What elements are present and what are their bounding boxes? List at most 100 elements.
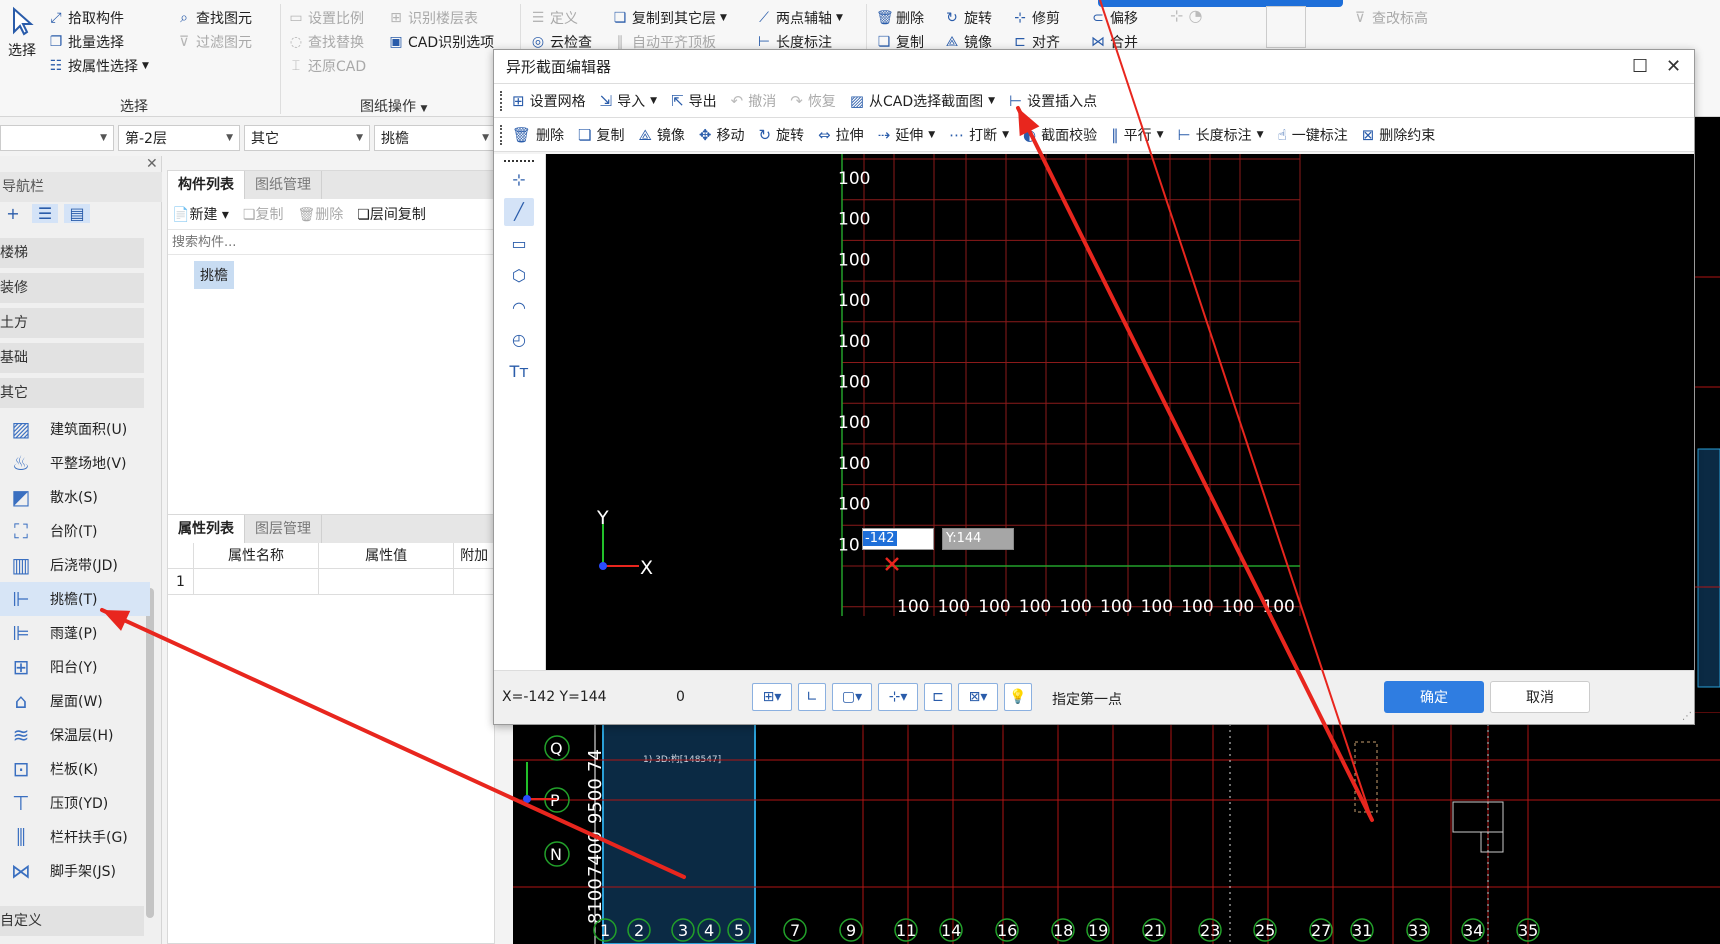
floor-copy-button[interactable]: ❏层间复制 bbox=[357, 204, 426, 224]
ortho-toggle[interactable]: ∟ bbox=[798, 683, 826, 711]
dlg-auto-dim-button[interactable]: ☝ 一键标注 bbox=[1278, 125, 1348, 145]
trim-button[interactable]: ⊹ 修剪 bbox=[1012, 6, 1088, 30]
polar-toggle[interactable]: ⊠▾ bbox=[958, 683, 998, 711]
dlg-parallel-button[interactable]: ∥ 平行 ▼ bbox=[1111, 125, 1163, 145]
nav-category-other[interactable]: 其它 bbox=[0, 378, 144, 408]
tab-component-list[interactable]: 构件列表 bbox=[168, 171, 245, 199]
point-tool-icon[interactable]: ⊹ bbox=[504, 166, 534, 194]
nav-category-earthwork[interactable]: 土方 bbox=[0, 308, 144, 338]
dlg-length-dim-button[interactable]: ⊢ 长度标注 ▼ bbox=[1178, 125, 1264, 145]
set-scale-button[interactable]: ▭ 设置比例 bbox=[288, 6, 388, 30]
list-view-icon[interactable]: ☰ bbox=[32, 204, 58, 223]
delete-button[interactable]: 🗑删除 bbox=[297, 204, 343, 224]
building-select[interactable]: ▼ bbox=[0, 125, 114, 151]
restore-cad-button[interactable]: ⌶ 还原CAD bbox=[288, 54, 388, 78]
dlg-extend-button[interactable]: ⇢ 延伸 ▼ bbox=[878, 125, 936, 145]
dlg-copy-button[interactable]: ❏ 复制 bbox=[578, 125, 624, 145]
add-icon[interactable]: + bbox=[0, 204, 26, 223]
cad-canvas[interactable]: 1) 3D:构[148547]74950074008100TQPN1234579… bbox=[513, 712, 1720, 944]
set-insert-point-button[interactable]: ⊢ 设置插入点 bbox=[1009, 91, 1097, 111]
nav-item-area[interactable]: ▨ 建筑面积(U) bbox=[0, 412, 150, 446]
dlg-break-button[interactable]: ⋯ 打断 ▼ bbox=[949, 125, 1009, 145]
dynamic-input-toggle[interactable]: ⊹▾ bbox=[878, 683, 918, 711]
nav-item-eave[interactable]: ⊩ 挑檐(T) bbox=[0, 582, 150, 616]
hint-toggle[interactable]: 💡 bbox=[1004, 683, 1032, 711]
select-button[interactable]: 选择 bbox=[4, 6, 40, 76]
close-icon[interactable]: ✕ bbox=[146, 156, 158, 172]
dlg-rotate-button[interactable]: ↻ 旋转 bbox=[758, 125, 804, 145]
category-select[interactable]: 其它 ▼ bbox=[244, 125, 370, 151]
dlg-section-check-button[interactable]: ◐ 截面校验 bbox=[1023, 125, 1097, 145]
delete-button[interactable]: 🗑删除 bbox=[876, 6, 946, 30]
identify-floor-table-button[interactable]: ⊞ 识别楼层表 bbox=[388, 6, 508, 30]
nav-category-custom[interactable]: 自定义 bbox=[0, 906, 144, 936]
nav-item-roof[interactable]: ⌂ 屋面(W) bbox=[0, 684, 150, 718]
nav-item-band[interactable]: ▥ 后浇带(JD) bbox=[0, 548, 150, 582]
maximize-icon[interactable]: ☐ bbox=[1632, 50, 1648, 84]
rectangle-tool-icon[interactable]: ▭ bbox=[504, 230, 534, 258]
set-grid-button[interactable]: ⊞ 设置网格 bbox=[512, 91, 586, 111]
dlg-delete-constraint-button[interactable]: ⊠ 删除约束 bbox=[1362, 125, 1436, 145]
floor-select[interactable]: 第-2层 ▼ bbox=[118, 125, 240, 151]
define-button[interactable]: ☰ 定义 bbox=[530, 6, 610, 30]
track-toggle[interactable]: ⊏ bbox=[924, 683, 952, 711]
cad-options-button[interactable]: ▣ CAD识别选项 bbox=[388, 30, 508, 54]
nav-item-insulation[interactable]: ≋ 保温层(H) bbox=[0, 718, 150, 752]
select-from-cad-button[interactable]: ▨ 从CAD选择截面图 ▼ bbox=[850, 91, 995, 111]
table-row[interactable]: 1 bbox=[168, 569, 494, 595]
nav-item-apron[interactable]: ◩ 散水(S) bbox=[0, 480, 150, 514]
nav-item-scaffold[interactable]: ⋈ 脚手架(JS) bbox=[0, 854, 150, 888]
tab-property-list[interactable]: 属性列表 bbox=[168, 515, 245, 543]
line-tool-icon[interactable]: ╱ bbox=[504, 198, 534, 226]
redo-button[interactable]: ↷ 恢复 bbox=[790, 91, 836, 111]
tab-drawing-management[interactable]: 图纸管理 bbox=[245, 171, 322, 199]
ok-button[interactable]: 确定 bbox=[1384, 681, 1484, 713]
component-select[interactable]: 挑檐 ▼ bbox=[374, 125, 496, 151]
new-button[interactable]: 📄新建 ▾ bbox=[172, 204, 229, 224]
batch-select-button[interactable]: ❐ 批量选择 bbox=[48, 30, 156, 54]
nav-item-canopy[interactable]: ⊫ 雨蓬(P) bbox=[0, 616, 150, 650]
section-canvas[interactable]: 100 100 100 100 100 100 100 100 100 10 100 100 100 10… bbox=[546, 154, 1694, 670]
nav-category-decoration[interactable]: 装修 bbox=[0, 273, 144, 303]
search-input[interactable] bbox=[168, 229, 494, 255]
dlg-move-button[interactable]: ✥ 移动 bbox=[699, 125, 745, 145]
tab-layer-management[interactable]: 图层管理 bbox=[245, 515, 322, 543]
dlg-delete-button[interactable]: 🗑 删除 bbox=[512, 125, 564, 145]
rotate-button[interactable]: ↻ 旋转 bbox=[944, 6, 1014, 30]
undo-button[interactable]: ↶ 撤消 bbox=[731, 91, 777, 111]
copy-to-floor-button[interactable]: ❏ 复制到其它层 ▼ bbox=[612, 6, 752, 30]
resize-grip-icon[interactable]: ⋰ bbox=[1682, 711, 1692, 722]
close-icon[interactable]: ✕ bbox=[1666, 50, 1681, 84]
grid-tool-icon[interactable] bbox=[1266, 6, 1306, 48]
dlg-stretch-button[interactable]: ⇔ 拉伸 bbox=[818, 125, 864, 145]
find-element-button[interactable]: ⌕ 查找图元 bbox=[176, 6, 276, 30]
cancel-button[interactable]: 取消 bbox=[1490, 681, 1590, 713]
polygon-tool-icon[interactable]: ⬡ bbox=[504, 262, 534, 290]
nav-item-balcony[interactable]: ⊞ 阳台(Y) bbox=[0, 650, 150, 684]
check-elevation-button[interactable]: ⊽ 查改标高 bbox=[1352, 6, 1452, 30]
text-tool-icon[interactable]: Tт bbox=[504, 358, 534, 386]
filter-element-button[interactable]: ⊽ 过滤图元 bbox=[176, 30, 276, 54]
find-replace-button[interactable]: ◌ 查找替换 bbox=[288, 30, 388, 54]
import-button[interactable]: ⇲ 导入 ▼ bbox=[600, 91, 658, 111]
nav-item-parapet[interactable]: ⊡ 栏板(K) bbox=[0, 752, 150, 786]
grid-snap-toggle[interactable]: ⊞▾ bbox=[752, 683, 792, 711]
nav-category-foundation[interactable]: 基础 bbox=[0, 343, 144, 373]
coord-y-input[interactable]: Y:144 bbox=[942, 528, 1014, 550]
two-point-axis-button[interactable]: ⟋ 两点辅轴 ▼ bbox=[756, 6, 856, 30]
nav-category-stairs[interactable]: 楼梯 bbox=[0, 238, 144, 268]
copy-button[interactable]: ❏复制 bbox=[243, 204, 284, 224]
export-button[interactable]: ⇱ 导出 bbox=[671, 91, 717, 111]
detail-view-icon[interactable]: ▤ bbox=[64, 204, 90, 223]
coord-x-input[interactable]: -142 bbox=[862, 528, 934, 550]
circle-tool-icon[interactable]: ◴ bbox=[504, 326, 534, 354]
offset-button[interactable]: ⊂ 偏移 bbox=[1090, 6, 1166, 30]
dlg-mirror-button[interactable]: ⟁ 镜像 bbox=[639, 125, 685, 145]
nav-item-coping[interactable]: ⊤ 压顶(YD) bbox=[0, 786, 150, 820]
nav-item-step[interactable]: ⛶ 台阶(T) bbox=[0, 514, 150, 548]
nav-item-site[interactable]: ♨ 平整场地(V) bbox=[0, 446, 150, 480]
component-item[interactable]: 挑檐 bbox=[194, 261, 234, 289]
select-by-property-button[interactable]: ☷ 按属性选择 ▼ bbox=[48, 54, 156, 78]
pick-component-button[interactable]: ⤢ 拾取构件 bbox=[48, 6, 156, 30]
nav-item-railing[interactable]: ⫼ 栏杆扶手(G) bbox=[0, 820, 150, 854]
